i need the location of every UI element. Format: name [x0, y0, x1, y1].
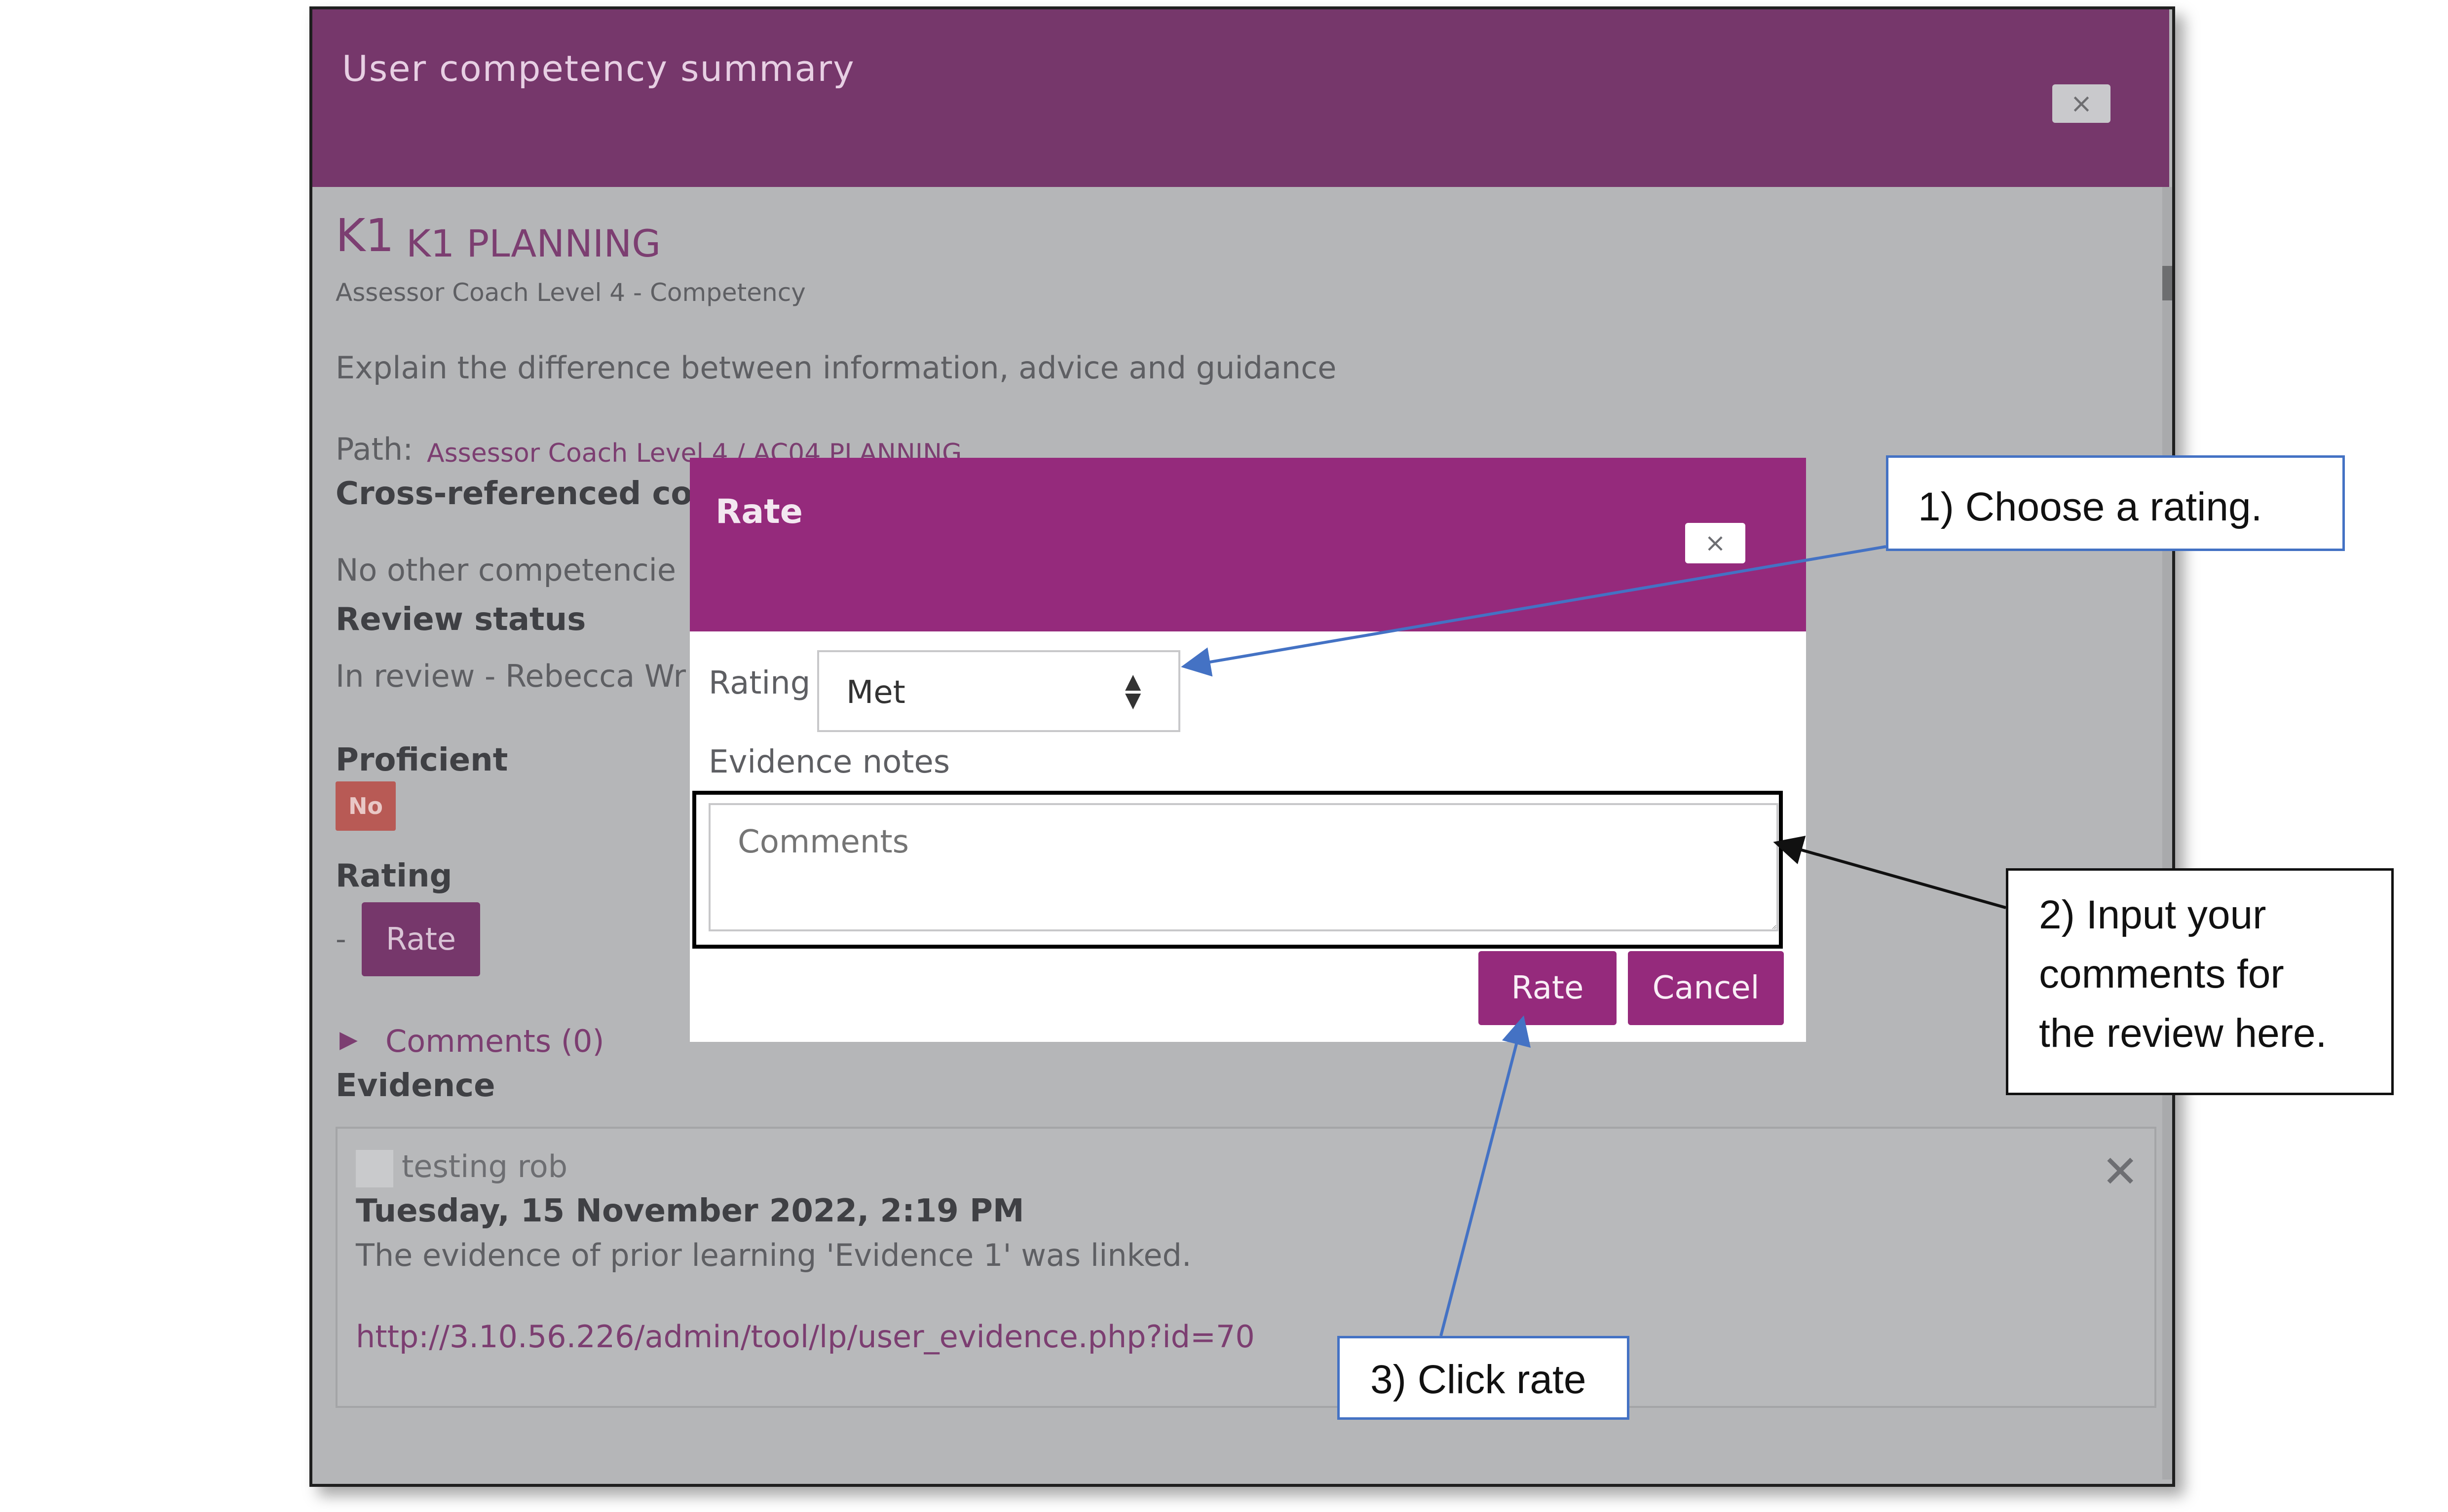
cancel-button[interactable]: Cancel [1628, 951, 1784, 1025]
framework-name: Assessor Coach Level 4 - Competency [336, 278, 806, 307]
evidence-heading: Evidence [336, 1068, 495, 1104]
callout-step-2-line-3: the review here. [2039, 1011, 2327, 1056]
callout-step-2-line-1: 2) Input your [2039, 892, 2266, 937]
scrollbar-thumb[interactable] [2162, 266, 2172, 300]
remove-evidence-icon[interactable]: ✕ [2102, 1146, 2139, 1198]
evidence-link[interactable]: http://3.10.56.226/admin/tool/lp/user_ev… [356, 1319, 1255, 1355]
callout-step-1: 1) Choose a rating. [1886, 455, 2345, 551]
scrollbar[interactable] [2162, 187, 2172, 1479]
review-status-value: In review - Rebecca Wr [336, 658, 686, 694]
rate-submit-button[interactable]: Rate [1478, 951, 1617, 1025]
rating-field-label: Rating [709, 665, 811, 701]
review-status-heading: Review status [336, 601, 586, 638]
dialog-close-button[interactable]: × [2052, 84, 2110, 123]
select-arrows-icon: ▲ ▼ [1125, 669, 1141, 712]
rate-button-background[interactable]: Rate [362, 902, 480, 976]
evidence-notes-label: Evidence notes [709, 744, 950, 780]
proficient-badge: No [336, 781, 396, 831]
annotation-highlight-box [692, 791, 1783, 949]
rate-modal-title: Rate [716, 492, 803, 531]
competency-code: K1 [336, 209, 394, 262]
callout-step-2-line-2: comments for [2039, 952, 2284, 996]
rating-heading: Rating [336, 858, 452, 894]
rating-select[interactable]: Met ▲ ▼ [817, 650, 1180, 732]
callout-step-3: 3) Click rate [1337, 1336, 1629, 1420]
dialog-header: User competency summary × [312, 9, 2169, 187]
callout-step-1-text: 1) Choose a rating. [1918, 484, 2262, 529]
rate-modal: Rate × Rating Met ▲▼ Evidence notes Rate… [690, 458, 1806, 1042]
rate-modal-close-button[interactable]: × [1685, 523, 1745, 563]
evidence-user-name[interactable]: testing rob [402, 1148, 567, 1184]
competency-name: K1 PLANNING [406, 221, 661, 265]
rate-modal-header: Rate × [690, 458, 1806, 631]
dialog-title: User competency summary [342, 48, 855, 89]
callout-step-3-text: 3) Click rate [1370, 1357, 1586, 1402]
crossref-heading: Cross-referenced comp [336, 476, 748, 512]
crossref-value: No other competencie [336, 552, 677, 588]
avatar [356, 1150, 393, 1187]
evidence-description: The evidence of prior learning 'Evidence… [356, 1237, 1192, 1273]
rating-value: - [336, 922, 346, 957]
rating-select-value: Met [846, 674, 905, 711]
proficient-heading: Proficient [336, 742, 508, 778]
evidence-card: testing rob Tuesday, 15 November 2022, 2… [336, 1127, 2156, 1408]
caret-right-icon[interactable]: ▶ [339, 1026, 358, 1053]
competency-description: Explain the difference between informati… [336, 350, 1337, 386]
evidence-date: Tuesday, 15 November 2022, 2:19 PM [356, 1193, 1024, 1229]
callout-step-2: 2) Input your comments for the review he… [2006, 868, 2394, 1095]
comments-toggle-link[interactable]: Comments (0) [385, 1023, 604, 1059]
path-label: Path: [336, 431, 414, 467]
